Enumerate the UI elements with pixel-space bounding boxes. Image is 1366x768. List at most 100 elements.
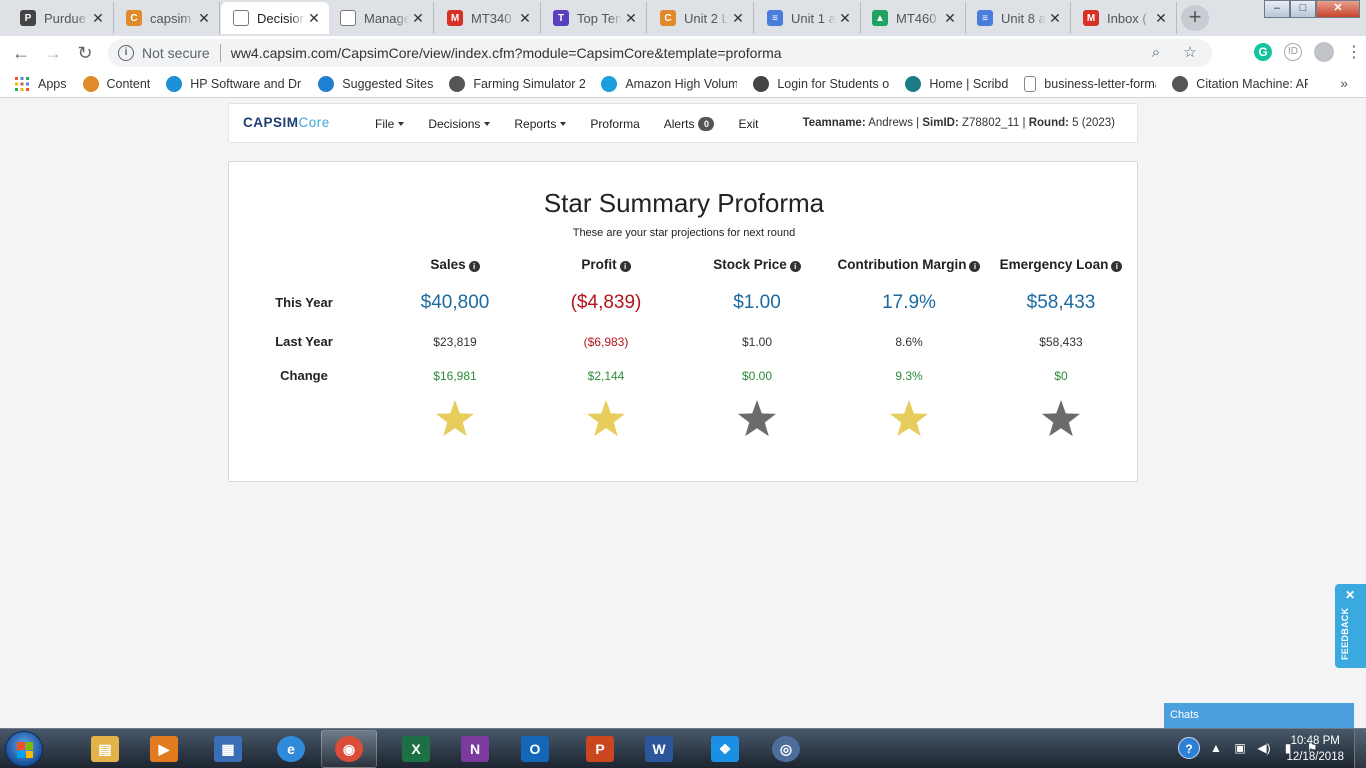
taskbar-clock[interactable]: 10:48 PM 12/18/2018 bbox=[1286, 733, 1344, 765]
volume-icon[interactable]: ◀) bbox=[1256, 741, 1272, 755]
bookmark-item[interactable]: HP Software and Driv bbox=[166, 75, 302, 92]
tab-favicon-icon: P bbox=[20, 10, 36, 26]
nav-file[interactable]: File bbox=[375, 117, 405, 131]
info-icon[interactable]: i bbox=[619, 261, 631, 272]
taskbar-app-dropbox[interactable]: ❖ bbox=[697, 730, 753, 768]
bookmark-item[interactable]: Farming Simulator 20 bbox=[449, 75, 586, 92]
browser-tab[interactable]: ≡ Unit 8 a ✕ bbox=[965, 2, 1071, 34]
nav-reports[interactable]: Reports bbox=[514, 117, 567, 131]
show-hidden-icons-icon[interactable]: ▲ bbox=[1208, 741, 1224, 755]
info-icon[interactable]: i bbox=[468, 261, 480, 272]
tab-close-icon[interactable]: ✕ bbox=[729, 10, 747, 27]
word-icon: W bbox=[645, 736, 673, 762]
network-app-icon: ▦ bbox=[214, 736, 242, 762]
teamname-label: Teamname: bbox=[802, 117, 866, 129]
taskbar-app-word[interactable]: W bbox=[631, 730, 687, 768]
window-close-button[interactable]: ✕ bbox=[1316, 0, 1360, 18]
bookmark-item[interactable]: Login for Students of bbox=[753, 75, 889, 92]
taskbar-app-security-app[interactable]: ◎ bbox=[758, 730, 814, 768]
browser-tab[interactable]: P Purdue ✕ bbox=[8, 2, 114, 34]
taskbar-app-powerpoint[interactable]: P bbox=[572, 730, 628, 768]
taskbar-app-media-player[interactable]: ▶ bbox=[136, 730, 192, 768]
taskbar-app-internet-explorer[interactable]: e bbox=[263, 730, 319, 768]
new-tab-button[interactable]: + bbox=[1181, 5, 1209, 31]
row-label-this-year: This Year bbox=[275, 295, 333, 310]
taskbar-app-onenote[interactable]: N bbox=[447, 730, 503, 768]
taskbar-app-network-app[interactable]: ▦ bbox=[200, 730, 256, 768]
browser-tab[interactable]: T Top Ten ✕ bbox=[541, 2, 647, 34]
omnibox-actions: ⌕ ☆ bbox=[1146, 43, 1200, 63]
browser-tab[interactable]: ▲ MT460 ✕ bbox=[860, 2, 966, 34]
bookmark-label: Suggested Sites bbox=[342, 76, 434, 91]
chats-widget[interactable]: Chats bbox=[1164, 703, 1354, 728]
help-icon[interactable]: ? bbox=[1178, 737, 1200, 759]
minimize-button[interactable]: – bbox=[1264, 0, 1290, 18]
bookmarks-overflow-icon[interactable]: » bbox=[1340, 75, 1348, 91]
start-button[interactable] bbox=[5, 731, 43, 767]
bookmarks-bar: Apps Content HP Software and Driv Suggested… bbox=[0, 70, 1366, 98]
device-icon[interactable]: ▣ bbox=[1232, 741, 1248, 755]
grammarly-icon[interactable]: G bbox=[1254, 43, 1272, 61]
bookmark-item[interactable]: Apps bbox=[14, 76, 67, 92]
tab-close-icon[interactable]: ✕ bbox=[941, 10, 959, 27]
info-icon[interactable]: i bbox=[1111, 261, 1123, 272]
browser-tab[interactable]: Decision ✕ bbox=[221, 2, 329, 34]
tab-close-icon[interactable]: ✕ bbox=[1046, 10, 1064, 27]
browser-tab[interactable]: M Inbox (✕ bbox=[1071, 2, 1177, 34]
bookmark-item[interactable]: Suggested Sites bbox=[318, 75, 434, 92]
taskbar-app-excel[interactable]: X bbox=[388, 730, 444, 768]
star-unearned-icon bbox=[672, 398, 842, 446]
maximize-button[interactable]: □ bbox=[1290, 0, 1316, 18]
bookmark-item[interactable]: business-letter-forma bbox=[1024, 75, 1156, 92]
capsim-core-logo[interactable]: CAPSIMCore bbox=[243, 115, 330, 130]
chats-label: Chats bbox=[1170, 709, 1199, 721]
show-desktop-button[interactable] bbox=[1354, 729, 1366, 768]
bookmark-item[interactable]: Citation Machine: AP bbox=[1172, 75, 1308, 92]
browser-tab[interactable]: C Unit 2 L ✕ bbox=[648, 2, 754, 34]
feedback-tab[interactable]: ✕ FEEDBACK bbox=[1335, 584, 1366, 668]
taskbar-app-outlook[interactable]: O bbox=[507, 730, 563, 768]
simid-value: Z78802_11 bbox=[961, 117, 1020, 129]
reload-button[interactable]: ↻ bbox=[74, 42, 96, 64]
nav-proforma[interactable]: Proforma bbox=[590, 117, 639, 131]
omnibox[interactable]: i Not secure ww4.capsim.com/CapsimCore/v… bbox=[108, 39, 1212, 67]
tab-close-icon[interactable]: ✕ bbox=[195, 10, 213, 27]
feedback-close-icon[interactable]: ✕ bbox=[1345, 588, 1355, 602]
profile-avatar[interactable] bbox=[1314, 42, 1334, 62]
tab-close-icon[interactable]: ✕ bbox=[305, 10, 323, 27]
bookmark-label: Farming Simulator 20 bbox=[473, 76, 586, 91]
site-info-icon[interactable]: i bbox=[118, 45, 134, 61]
browser-tab[interactable]: Ccapsim ✕ bbox=[114, 2, 220, 34]
browser-tab[interactable]: Manage ✕ bbox=[328, 2, 434, 34]
bookmark-item[interactable]: Content bbox=[82, 75, 150, 92]
nav-exit[interactable]: Exit bbox=[738, 117, 758, 131]
capsim-navbar: CAPSIMCore File Decisions Reports Proforma A… bbox=[228, 103, 1138, 143]
zoom-icon[interactable]: ⌕ bbox=[1146, 43, 1166, 63]
bookmark-item[interactable]: Amazon High Volume bbox=[601, 75, 737, 92]
tab-close-icon[interactable]: ✕ bbox=[622, 10, 640, 27]
extension-icon[interactable]: ID bbox=[1284, 43, 1302, 61]
info-icon[interactable]: i bbox=[789, 261, 801, 272]
nav-decisions[interactable]: Decisions bbox=[428, 117, 491, 131]
tab-close-icon[interactable]: ✕ bbox=[516, 10, 534, 27]
browser-menu-icon[interactable]: ⋮ bbox=[1346, 42, 1362, 62]
tab-close-icon[interactable]: ✕ bbox=[1152, 10, 1170, 27]
tab-close-icon[interactable]: ✕ bbox=[89, 10, 107, 27]
column-header: Profit i bbox=[521, 257, 691, 272]
browser-tab[interactable]: M MT340 ✕ bbox=[435, 2, 541, 34]
bookmark-item[interactable]: Home | Scribd bbox=[905, 75, 1008, 92]
nav-alerts[interactable]: Alerts 0 bbox=[664, 117, 715, 131]
media-player-icon: ▶ bbox=[150, 736, 178, 762]
tab-close-icon[interactable]: ✕ bbox=[409, 10, 427, 27]
back-button[interactable]: ← bbox=[10, 42, 32, 64]
tab-favicon-icon: ▲ bbox=[872, 10, 888, 26]
forward-button[interactable]: → bbox=[42, 42, 64, 64]
outlook-icon: O bbox=[521, 736, 549, 762]
bookmark-star-icon[interactable]: ☆ bbox=[1180, 43, 1200, 63]
url-text[interactable]: ww4.capsim.com/CapsimCore/view/index.cfm… bbox=[231, 45, 782, 61]
taskbar-app-file-explorer[interactable]: ▤ bbox=[77, 730, 133, 768]
browser-tab[interactable]: ≡ Unit 1 a ✕ bbox=[755, 2, 861, 34]
tab-close-icon[interactable]: ✕ bbox=[836, 10, 854, 27]
feedback-label: FEEDBACK bbox=[1340, 607, 1350, 660]
taskbar-app-chrome[interactable]: ◉ bbox=[321, 730, 377, 768]
